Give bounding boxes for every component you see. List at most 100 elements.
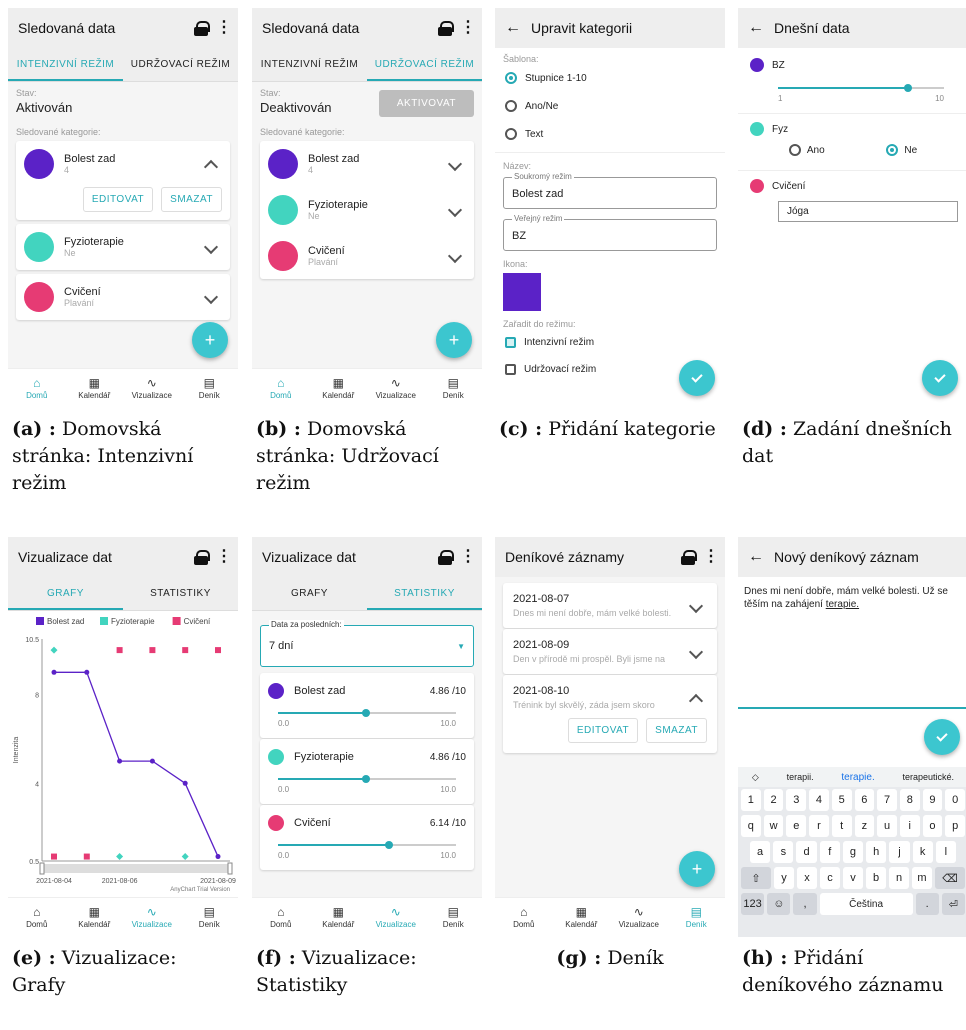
tab-maintenance[interactable]: UDRŽOVACÍ REŽIM xyxy=(123,48,238,81)
key[interactable]: n xyxy=(889,867,909,889)
period-select[interactable]: Data za posledních: 7 dní ▼ xyxy=(260,620,474,667)
text-input[interactable]: Jóga xyxy=(778,201,958,222)
key[interactable]: 5 xyxy=(831,789,852,811)
nav-calendar[interactable]: ▦ Kalendář xyxy=(310,898,368,937)
more-vert-icon[interactable]: ⋮ xyxy=(460,549,476,565)
key[interactable]: 0 xyxy=(945,789,966,811)
arrow-back-icon[interactable]: ← xyxy=(505,19,523,37)
key[interactable]: a xyxy=(750,841,771,863)
nav-home[interactable]: ⌂ Domů xyxy=(252,898,310,937)
nav-calendar[interactable]: ▦ Kalendář xyxy=(66,369,124,408)
more-vert-icon[interactable]: ⋮ xyxy=(216,549,232,565)
key[interactable]: . xyxy=(915,893,939,915)
tab-intensive[interactable]: INTENZIVNÍ REŽIM xyxy=(252,48,367,81)
edit-button[interactable]: EDITOVAT xyxy=(82,187,154,212)
key[interactable]: , xyxy=(793,893,817,915)
key[interactable]: m xyxy=(912,867,932,889)
delete-button[interactable]: SMAZAT xyxy=(161,187,222,212)
key[interactable]: q xyxy=(741,815,761,837)
lock-icon[interactable] xyxy=(194,549,210,565)
icon-color-picker[interactable] xyxy=(503,273,541,311)
tab-charts[interactable]: GRAFY xyxy=(252,577,367,610)
key[interactable]: e xyxy=(786,815,807,837)
nav-diary[interactable]: ▤ Deník xyxy=(425,898,483,937)
radio-scale[interactable]: Stupnice 1-10 xyxy=(495,64,725,92)
lock-icon[interactable] xyxy=(194,20,210,36)
edit-button[interactable]: EDITOVAT xyxy=(567,718,639,743)
key[interactable]: g xyxy=(842,841,864,863)
key[interactable]: o xyxy=(922,815,943,837)
key[interactable]: 8 xyxy=(899,789,920,811)
lock-icon[interactable] xyxy=(438,549,454,565)
radio-yesno[interactable]: Ano/Ne xyxy=(495,92,725,120)
chevron-up-icon[interactable] xyxy=(203,159,219,175)
nav-home[interactable]: ⌂ Domů xyxy=(8,898,66,937)
nav-visualization[interactable]: ∿ Vizualizace xyxy=(610,898,668,937)
tab-statistics[interactable]: STATISTIKY xyxy=(367,577,482,610)
category-card[interactable]: Cvičení Plavání xyxy=(16,274,230,320)
key[interactable]: z xyxy=(854,815,875,837)
keyboard-expand-icon[interactable]: ◇ xyxy=(752,772,759,783)
key[interactable]: h xyxy=(866,841,887,863)
category-card[interactable]: Bolest zad 4 Fyzioterapie Ne Cvičení Plaván… xyxy=(260,141,474,279)
nav-calendar[interactable]: ▦ Kalendář xyxy=(553,898,611,937)
nav-home[interactable]: ⌂ Domů xyxy=(495,898,553,937)
space-key[interactable]: Čeština xyxy=(819,893,913,915)
key[interactable]: t xyxy=(831,815,852,837)
emoji-icon[interactable]: ☺ xyxy=(767,893,791,915)
nav-diary[interactable]: ▤ Deník xyxy=(668,898,726,937)
radio-text[interactable]: Text xyxy=(495,120,725,148)
nav-visualization[interactable]: ∿ Vizualizace xyxy=(123,369,181,408)
key[interactable]: v xyxy=(843,867,863,889)
arrow-back-icon[interactable]: ← xyxy=(748,548,766,566)
nav-diary[interactable]: ▤ Deník xyxy=(181,898,239,937)
category-card[interactable]: Fyzioterapie Ne xyxy=(16,224,230,270)
suggestion[interactable]: terapie. xyxy=(841,772,874,783)
chevron-down-icon[interactable] xyxy=(203,239,219,255)
key[interactable]: r xyxy=(809,815,829,837)
add-button[interactable]: + xyxy=(679,851,715,887)
key[interactable]: l xyxy=(935,841,956,863)
lock-icon[interactable] xyxy=(438,20,454,36)
radio-no[interactable]: Ne xyxy=(886,144,917,156)
scale-slider[interactable] xyxy=(778,82,944,94)
more-vert-icon[interactable]: ⋮ xyxy=(216,20,232,36)
key[interactable]: 2 xyxy=(763,789,784,811)
delete-button[interactable]: SMAZAT xyxy=(646,718,707,743)
nav-diary[interactable]: ▤ Deník xyxy=(181,369,239,408)
save-button[interactable] xyxy=(924,719,960,755)
tab-charts[interactable]: GRAFY xyxy=(8,577,123,610)
tab-statistics[interactable]: STATISTIKY xyxy=(123,577,238,610)
arrow-back-icon[interactable]: ← xyxy=(748,19,766,37)
nav-visualization[interactable]: ∿ Vizualizace xyxy=(123,898,181,937)
slider-thumb[interactable] xyxy=(904,84,913,92)
chevron-down-icon[interactable] xyxy=(688,598,704,613)
save-button[interactable] xyxy=(922,360,958,396)
nav-visualization[interactable]: ∿ Vizualizace xyxy=(367,898,425,937)
chevron-down-icon[interactable] xyxy=(688,644,704,659)
key[interactable]: s xyxy=(773,841,794,863)
public-name-field[interactable]: Veřejný režim BZ xyxy=(503,214,717,251)
key[interactable]: 6 xyxy=(854,789,875,811)
key[interactable]: 7 xyxy=(877,789,897,811)
chevron-up-icon[interactable] xyxy=(688,693,704,708)
suggestion[interactable]: terapeutické. xyxy=(903,772,955,782)
tab-maintenance[interactable]: UDRŽOVACÍ REŽIM xyxy=(367,48,482,81)
private-name-field[interactable]: Soukromý režim Bolest zad xyxy=(503,172,717,209)
add-button[interactable]: + xyxy=(436,322,472,358)
save-button[interactable] xyxy=(679,360,715,396)
chevron-down-icon[interactable] xyxy=(447,248,463,264)
more-vert-icon[interactable]: ⋮ xyxy=(460,20,476,36)
activate-button[interactable]: AKTIVOVAT xyxy=(378,90,474,117)
symbols-key[interactable]: 123 xyxy=(741,893,765,915)
chevron-down-icon[interactable] xyxy=(447,202,463,218)
diary-entry[interactable]: 2021-08-09 Den v přírodě mi prospěl. Byli… xyxy=(503,629,717,674)
key[interactable]: 4 xyxy=(809,789,829,811)
key[interactable]: w xyxy=(763,815,784,837)
key[interactable]: 3 xyxy=(786,789,807,811)
key[interactable]: j xyxy=(889,841,910,863)
diary-entry[interactable]: 2021-08-10 Trénink byl skvělý, záda jsem … xyxy=(503,675,717,753)
shift-icon[interactable]: ⇧ xyxy=(741,867,771,889)
diary-text-input[interactable]: Dnes mi není dobře, mám velké bolesti. U… xyxy=(738,577,966,709)
category-card[interactable]: Bolest zad 4 EDITOVAT SMAZAT xyxy=(16,141,230,220)
